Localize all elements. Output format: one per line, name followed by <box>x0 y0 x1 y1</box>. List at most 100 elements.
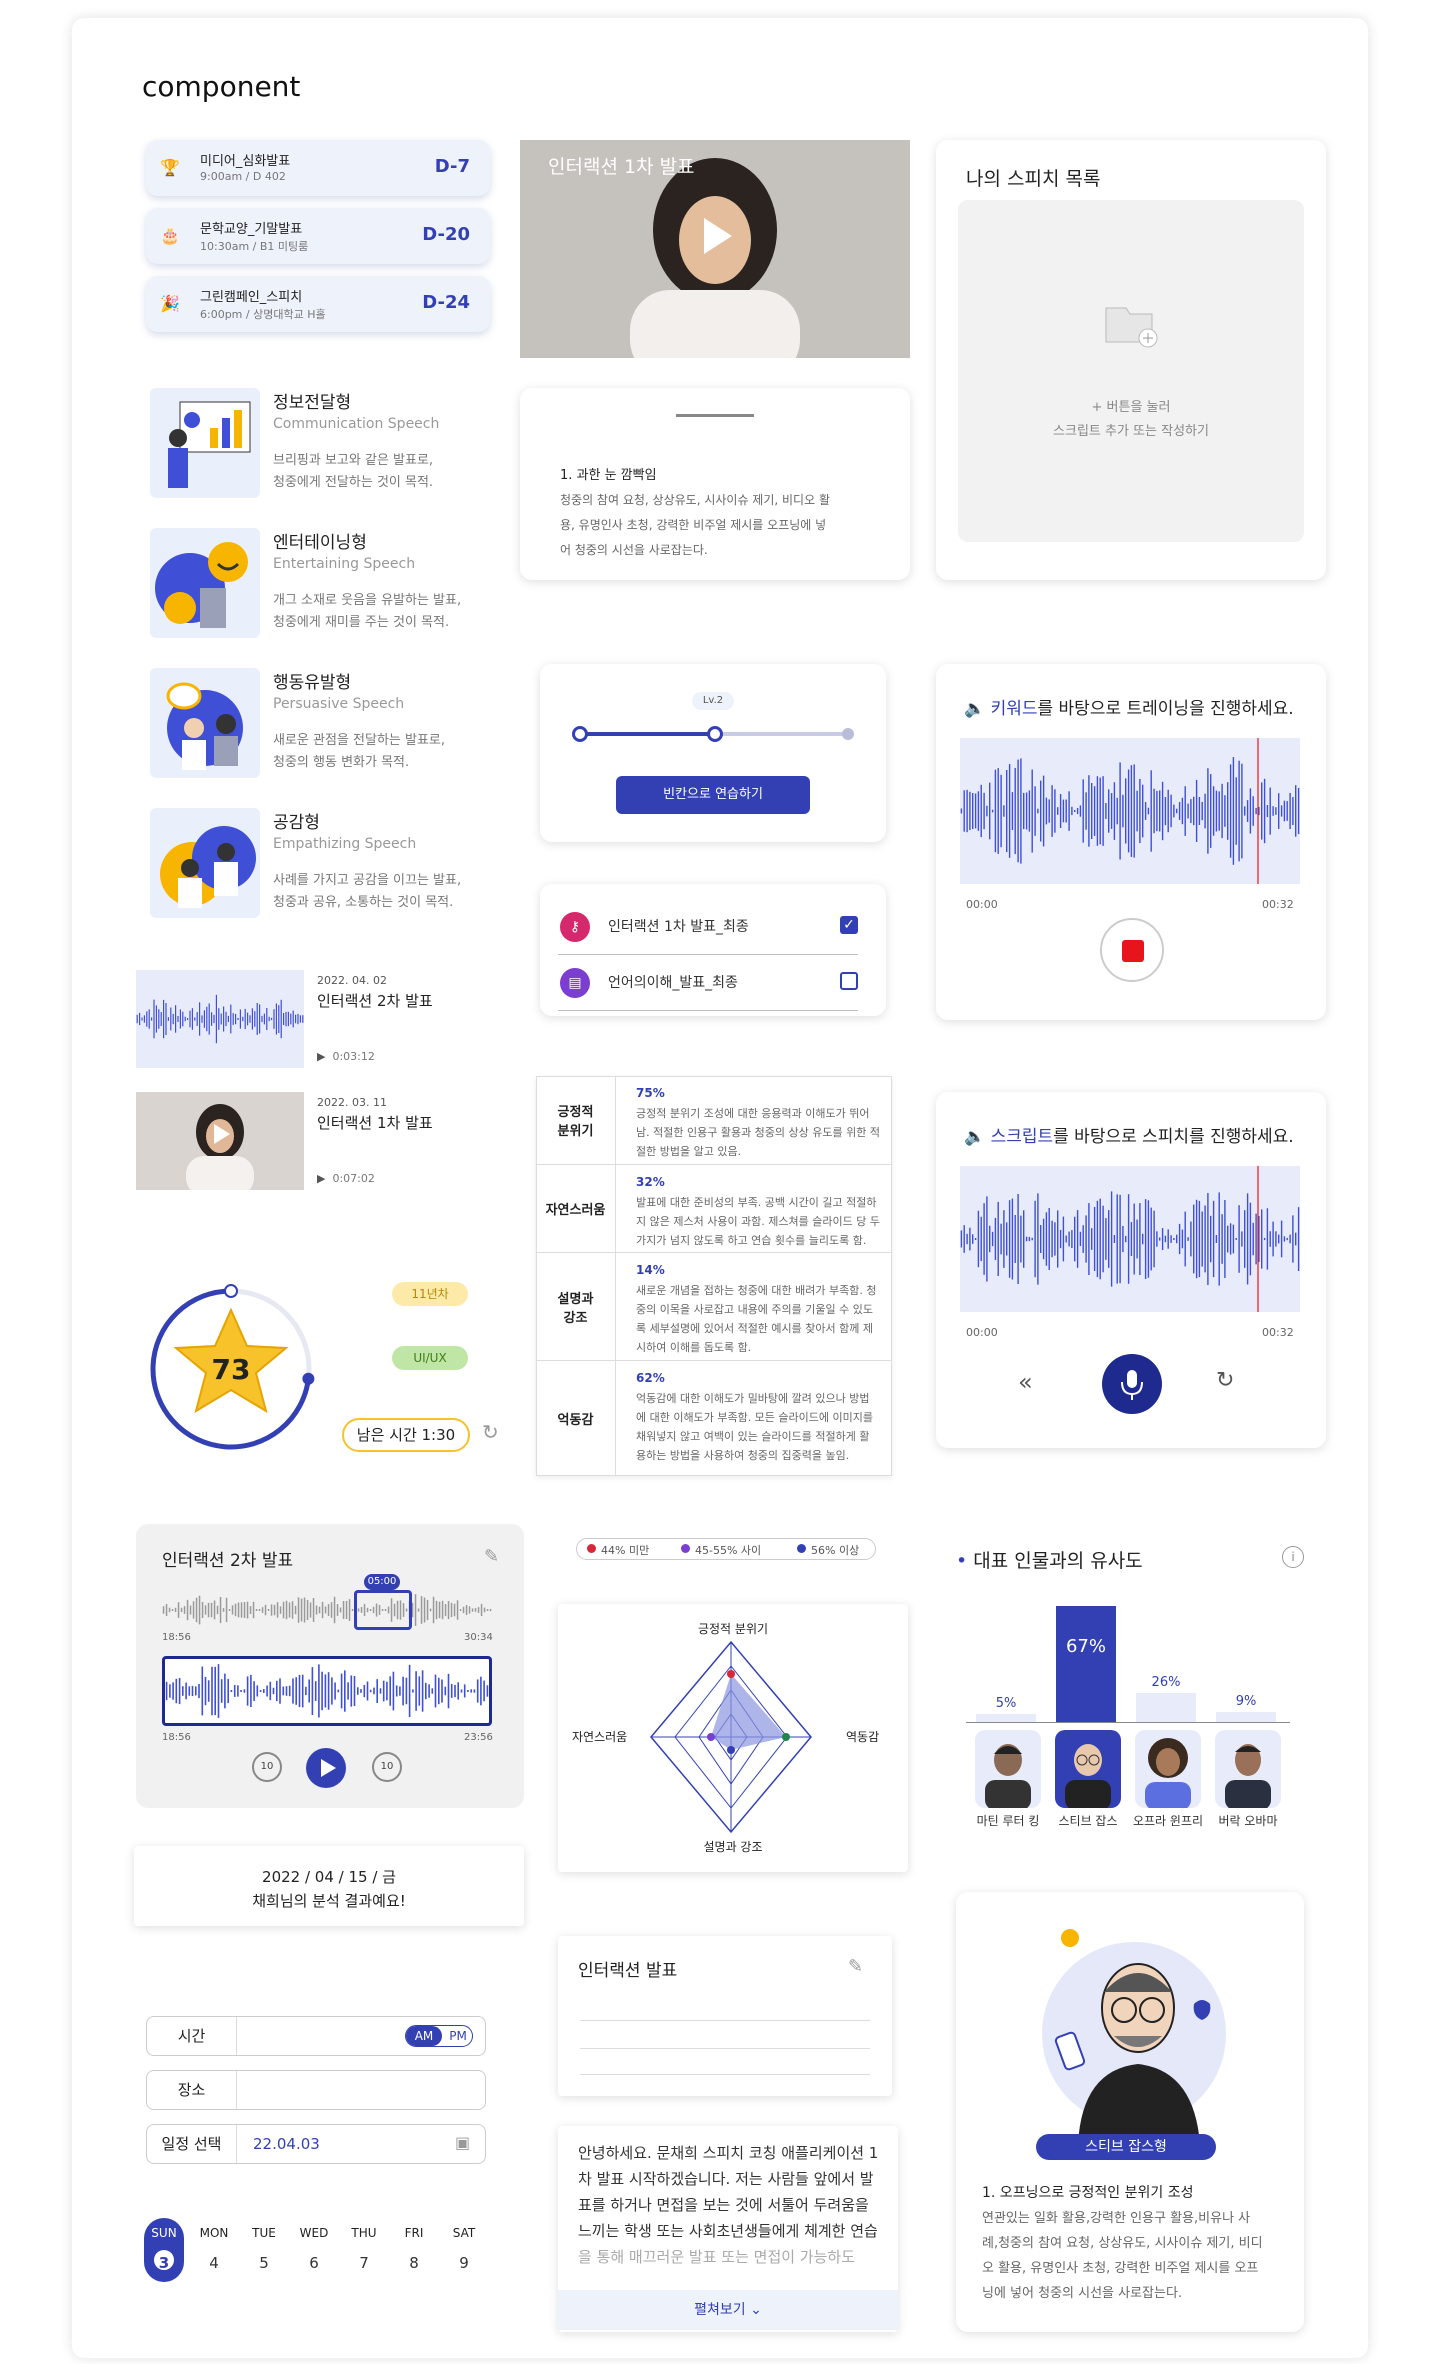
time-field[interactable]: 시간 AM PM <box>146 2016 486 2056</box>
day-number[interactable]: 7 <box>344 2254 384 2272</box>
doc-icon: ▤ <box>560 968 590 998</box>
key-icon: ⚷ <box>560 912 590 942</box>
drag-handle[interactable] <box>676 414 754 417</box>
expand-button[interactable]: 펼쳐보기 ⌄ <box>558 2290 898 2330</box>
weekday-label: THU <box>351 2226 377 2240</box>
dday-badge: D-24 <box>422 292 470 313</box>
schedule-item[interactable]: 🏆 미디어_심화발표 9:00am / D 402 D-7 <box>146 140 490 196</box>
calendar-icon[interactable]: ▣ <box>455 2133 470 2152</box>
similarity-chart: 5% 67% 26% 9% <box>966 1600 1290 1722</box>
row-pct: 62% <box>636 1371 665 1385</box>
row-text: 발표에 대한 준비성의 부족. 공백 시간이 길고 적절하 지 않은 제스처 사용… <box>636 1196 880 1247</box>
date-field[interactable]: 일정 선택 22.04.03 ▣ <box>146 2124 486 2164</box>
info-icon[interactable]: i <box>1282 1546 1304 1568</box>
hint-line: + 버튼을 눌러 <box>1091 400 1171 415</box>
video-title: 인터랙션 1차 발표 <box>548 156 695 178</box>
level-card <box>540 664 886 842</box>
field-label: 장소 <box>147 2071 237 2109</box>
mic-icon <box>1121 1370 1143 1400</box>
row-text: 억동감에 대한 이해도가 밀바탕에 깔려 있으나 방법 에 대한 이해도가 부족함… <box>636 1392 873 1462</box>
checklist-card <box>540 884 886 1016</box>
check-label: 인터랙션 1차 발표_최종 <box>608 919 749 935</box>
ampm-toggle[interactable]: AM PM <box>405 2025 473 2047</box>
selection-window[interactable] <box>354 1590 412 1630</box>
persona-badge: 스티브 잡스형 <box>1036 2134 1216 2160</box>
rewind-button[interactable]: 10 <box>252 1752 282 1782</box>
keyword-waveform[interactable] <box>960 738 1300 884</box>
schedule-sub: 6:00pm / 상명대학교 H홀 <box>200 308 326 321</box>
refresh-icon[interactable]: ↻ <box>482 1420 499 1444</box>
person-name: 버락 오바마 <box>1218 1814 1278 1828</box>
recording-title: 인터랙션 2차 발표 <box>317 992 433 1010</box>
type-desc: 브리핑과 보고와 같은 발표로, 청중에게 전달하는 것이 목적. <box>273 453 434 490</box>
persuasive-illustration <box>150 668 260 778</box>
schedule-sub: 9:00am / D 402 <box>200 170 286 183</box>
similarity-pct: 5% <box>995 1696 1017 1711</box>
radar-label-top: 긍정적 분위기 <box>697 1622 769 1636</box>
level-thumb[interactable] <box>707 726 723 742</box>
similarity-pct: 9% <box>1235 1693 1257 1709</box>
legend-dot <box>797 1544 806 1553</box>
recording-date: 2022. 03. 11 <box>317 1096 387 1109</box>
persona-illustration <box>1030 1924 1240 2144</box>
persona-desc: 연관있는 일화 활용,강력한 인용구 활용,비유나 사 례,청중의 참여 요청, … <box>982 2211 1263 2301</box>
record-button[interactable] <box>1100 918 1164 982</box>
page-title: component <box>142 70 301 103</box>
trophy-icon: 🏆 <box>160 158 180 177</box>
level-badge: Lv.2 <box>692 692 734 710</box>
pencil-icon[interactable]: ✎ <box>484 1546 499 1567</box>
speech-list-empty[interactable] <box>958 200 1304 542</box>
overview-waveform[interactable] <box>162 1592 492 1628</box>
place-field[interactable]: 장소 <box>146 2070 486 2110</box>
note-line <box>580 2074 870 2075</box>
speaker-icon: 🔈 <box>964 699 986 719</box>
type-desc: 사례를 가지고 공감을 이끄는 발표, 청중과 공유, 소통하는 것이 목적. <box>273 873 462 910</box>
dday-badge: D-20 <box>422 224 470 245</box>
day-number[interactable]: 9 <box>444 2254 484 2272</box>
baseline <box>966 1722 1290 1723</box>
mic-button[interactable] <box>1102 1354 1162 1414</box>
avatar-jobs[interactable] <box>1055 1730 1121 1808</box>
note-line <box>580 2020 870 2021</box>
stop-icon <box>1122 940 1144 962</box>
schedule-item[interactable]: 🎂 문학교양_기말발표 10:30am / B1 미팅룸 D-20 <box>146 208 490 264</box>
row-text: 새로운 개념을 접하는 청중에 대한 배려가 부족함. 청 중의 이목을 사로잡고… <box>636 1284 877 1354</box>
result-message: 채희님의 분석 결과예요! <box>252 1892 406 1910</box>
persona-title: 1. 오프닝으로 긍정적인 분위기 조성 <box>982 2185 1194 2201</box>
pencil-icon[interactable]: ✎ <box>848 1956 863 1977</box>
day-number[interactable]: 8 <box>394 2254 434 2272</box>
checkbox-checked[interactable]: ✓ <box>840 916 858 934</box>
play-icon: ▶ <box>317 1050 326 1063</box>
video-thumbnail[interactable] <box>136 1092 304 1190</box>
day-number[interactable]: 4 <box>194 2254 234 2272</box>
avatar-oprah[interactable] <box>1135 1730 1201 1808</box>
type-title: 공감형 <box>273 813 320 833</box>
cake-icon: 🎂 <box>160 226 180 245</box>
script-waveform[interactable] <box>960 1166 1300 1312</box>
checkbox-unchecked[interactable] <box>840 972 858 990</box>
avatar-obama[interactable] <box>1215 1730 1281 1808</box>
row-pct: 14% <box>636 1263 665 1277</box>
day-number[interactable]: 3 <box>144 2254 184 2272</box>
schedule-item[interactable]: 🎉 그린캠페인_스피치 6:00pm / 상명대학교 H홀 D-24 <box>146 276 490 332</box>
field-label: 일정 선택 <box>147 2125 237 2163</box>
level-stop[interactable] <box>842 728 854 740</box>
time-start: 18:56 <box>162 1732 191 1743</box>
row-label: 자연스러움 <box>536 1165 616 1252</box>
zoom-waveform[interactable] <box>162 1656 492 1726</box>
audio-thumbnail[interactable] <box>136 970 304 1068</box>
weekday-label: SUN <box>151 2226 177 2240</box>
schedule-name: 미디어_심화발표 <box>200 154 291 169</box>
day-number[interactable]: 5 <box>244 2254 284 2272</box>
play-button[interactable] <box>306 1748 346 1788</box>
avatar-mlk[interactable] <box>975 1730 1041 1808</box>
day-number[interactable]: 6 <box>294 2254 334 2272</box>
reset-icon[interactable]: ↻ <box>1216 1368 1234 1393</box>
forward-button[interactable]: 10 <box>372 1752 402 1782</box>
level-stop[interactable] <box>572 726 588 742</box>
rewind-icon[interactable]: « <box>1018 1368 1033 1396</box>
practice-button[interactable]: 빈칸으로 연습하기 <box>616 776 810 814</box>
dday-badge: D-7 <box>434 156 470 177</box>
person-name: 마틴 루터 킹 <box>976 1814 1040 1828</box>
add-folder-icon[interactable] <box>1096 288 1166 348</box>
